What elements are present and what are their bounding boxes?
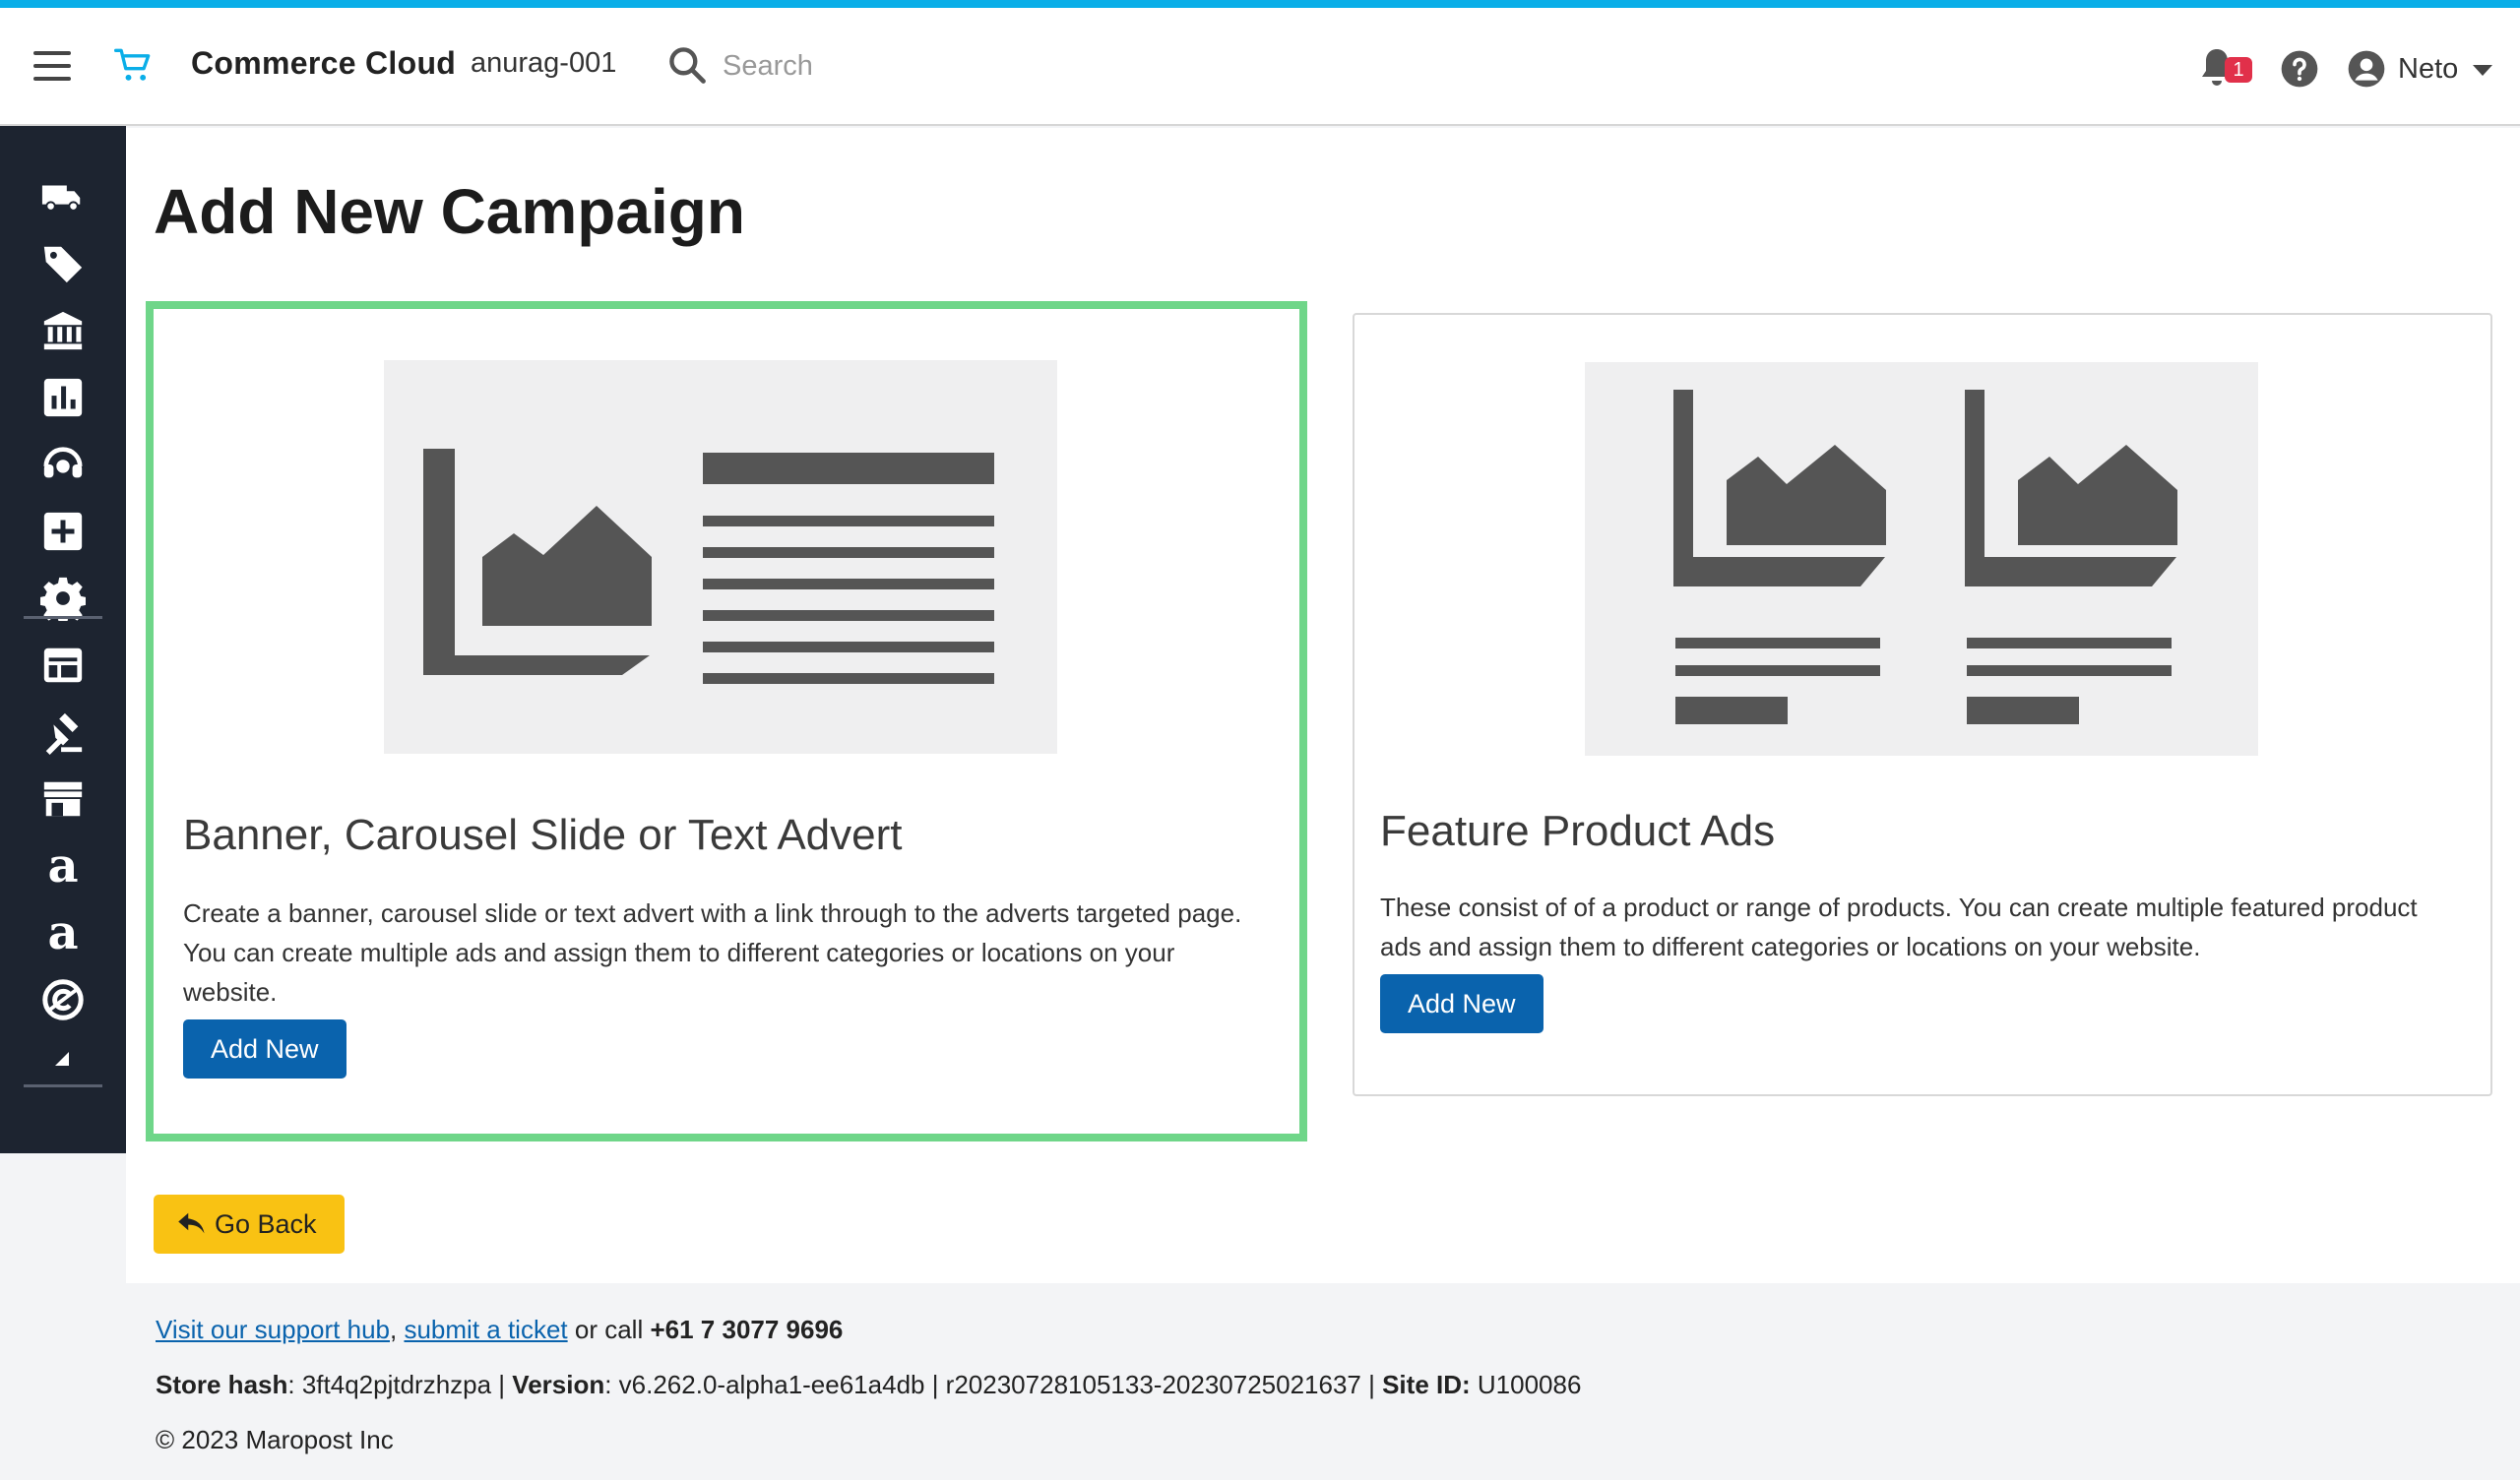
campaign-card-feature-product[interactable]: Feature Product Ads These consist of of … <box>1353 313 2492 1096</box>
gavel-icon[interactable] <box>35 705 91 760</box>
go-back-label: Go Back <box>215 1208 317 1239</box>
sidebar-divider <box>24 616 102 619</box>
support-hub-link[interactable]: Visit our support hub <box>156 1315 390 1344</box>
banner-illustration-icon <box>384 360 1057 754</box>
sidebar-divider <box>24 1084 102 1087</box>
layout-icon[interactable] <box>35 638 91 693</box>
brand-name[interactable]: Commerce Cloud <box>191 45 456 82</box>
reply-arrow-icon <box>178 1212 205 1234</box>
amazon-icon[interactable]: a <box>35 838 91 894</box>
search-input[interactable] <box>723 41 978 91</box>
card-description: These consist of of a product or range o… <box>1380 893 2418 961</box>
card-title: Feature Product Ads <box>1380 807 1776 855</box>
support-phone: +61 7 3077 9696 <box>650 1315 844 1344</box>
card-description: Create a banner, carousel slide or text … <box>183 898 1242 1007</box>
c-logo-icon[interactable] <box>35 972 91 1027</box>
version-value: : v6.262.0-alpha1-ee61a4db | r2023072810… <box>604 1370 1383 1399</box>
site-id-label: Site ID: <box>1382 1370 1471 1399</box>
feature-product-illustration-icon <box>1585 362 2258 756</box>
cart-icon[interactable] <box>112 43 156 87</box>
footer-copyright: © 2023 Maropost Inc <box>156 1425 394 1454</box>
bank-icon[interactable] <box>35 303 91 358</box>
submit-ticket-link[interactable]: submit a ticket <box>404 1315 567 1344</box>
plus-square-icon[interactable] <box>35 504 91 559</box>
main-content: Add New Campaign Banner, Carousel Slide … <box>126 128 2520 1283</box>
campaign-card-banner[interactable]: Banner, Carousel Slide or Text Advert Cr… <box>146 301 1307 1141</box>
search-icon[interactable] <box>665 43 709 87</box>
version-label: Version <box>512 1370 605 1399</box>
user-name[interactable]: Neto <box>2398 53 2458 86</box>
amazon-icon[interactable]: a <box>35 905 91 960</box>
footer-store-info: Store hash: 3ft4q2pjtdrzhzpa | Version: … <box>156 1370 1581 1400</box>
user-avatar-icon[interactable] <box>2347 49 2386 89</box>
page-title: Add New Campaign <box>154 176 745 247</box>
collapse-icon[interactable] <box>35 1031 91 1086</box>
card-title: Banner, Carousel Slide or Text Advert <box>183 811 903 859</box>
footer-support-line: Visit our support hub, submit a ticket o… <box>156 1315 843 1345</box>
help-icon[interactable] <box>2280 49 2319 89</box>
chart-icon[interactable] <box>35 370 91 425</box>
store-hash-value: : 3ft4q2pjtdrzhzpa | <box>287 1370 513 1399</box>
footer-comma: , <box>390 1315 398 1344</box>
top-header: Commerce Cloud anurag-001 1 Neto <box>0 8 2520 126</box>
headset-icon[interactable] <box>35 437 91 492</box>
sidebar: a a <box>0 126 126 1153</box>
store-hash-label: Store hash <box>156 1370 288 1399</box>
top-accent-bar <box>0 0 2520 8</box>
menu-icon[interactable] <box>33 51 71 81</box>
add-new-feature-product-button[interactable]: Add New <box>1380 974 1544 1033</box>
go-back-button[interactable]: Go Back <box>154 1195 345 1254</box>
tag-icon[interactable] <box>35 236 91 291</box>
site-id-value: U100086 <box>1470 1370 1582 1399</box>
add-new-banner-button[interactable]: Add New <box>183 1019 346 1079</box>
chevron-down-icon[interactable] <box>2473 65 2492 76</box>
storefront-icon[interactable] <box>35 771 91 827</box>
store-name: anurag-001 <box>471 47 617 79</box>
notification-badge[interactable]: 1 <box>2225 57 2252 83</box>
call-text: or call <box>574 1315 644 1344</box>
truck-icon[interactable] <box>35 169 91 224</box>
